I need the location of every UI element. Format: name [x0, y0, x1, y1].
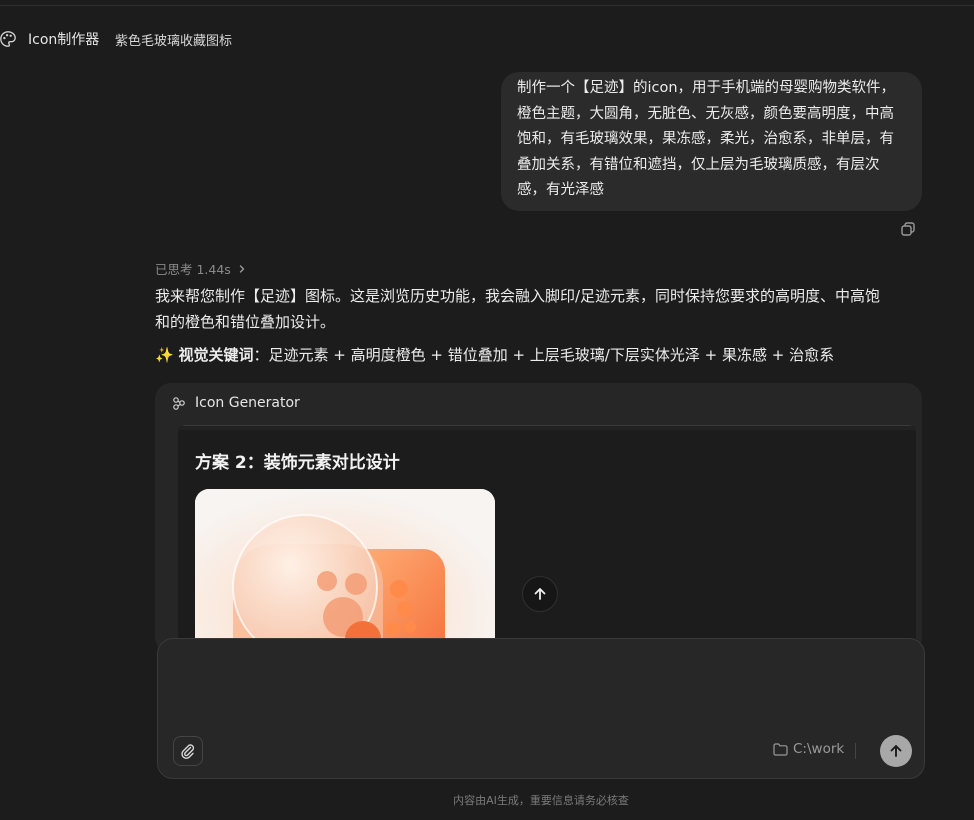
- paperclip-icon: [181, 744, 195, 759]
- copy-icon[interactable]: [899, 220, 917, 238]
- palette-icon: [0, 31, 16, 47]
- tool-card-header[interactable]: Icon Generator: [171, 395, 300, 411]
- assistant-reply: 我来帮您制作【足迹】图标。这是浏览历史功能，我会融入脚印/足迹元素，同时保持您要…: [155, 283, 920, 335]
- user-message-line: 制作一个【足迹】的icon，用于手机端的母婴购物类软件，: [517, 80, 896, 96]
- user-message-line: 橙色主题，大圆角，无脏色、无灰感，颜色要高明度，中高: [517, 105, 894, 122]
- tool-card-title: Icon Generator: [195, 395, 300, 411]
- icon-preview-image[interactable]: [195, 489, 495, 653]
- keywords-label: 视觉关键词: [178, 346, 254, 364]
- divider: [855, 743, 856, 759]
- sparkle-icon: ✨: [155, 346, 174, 364]
- arrow-up-icon: [890, 745, 902, 757]
- user-message-line: 感，有光泽感: [517, 182, 604, 198]
- folder-icon: [773, 742, 788, 756]
- icon-generator-card: Icon Generator 方案 2：装饰元素对比设计: [155, 383, 922, 653]
- window-top-edge: [0, 0, 974, 6]
- footprint-icon: [195, 489, 495, 653]
- thought-label: 已思考 1.44s: [155, 262, 231, 277]
- user-message-line: 饱和，有毛玻璃效果，果冻感，柔光，治愈系，非单层，有: [517, 131, 894, 147]
- folder-path: C:\work: [793, 741, 845, 757]
- plan-title: 方案 2：装饰元素对比设计: [195, 453, 400, 473]
- scroll-to-top-button[interactable]: [522, 576, 558, 612]
- arrow-up-icon: [534, 588, 546, 600]
- attach-button[interactable]: [173, 736, 203, 766]
- user-message-bubble: 制作一个【足迹】的icon，用于手机端的母婴购物类软件， 橙色主题，大圆角，无脏…: [501, 72, 922, 211]
- keywords-value: ：足迹元素 + 高明度橙色 + 错位叠加 + 上层毛玻璃/下层实体光泽 + 果冻…: [253, 346, 835, 364]
- working-folder[interactable]: C:\work: [773, 741, 844, 757]
- conversation-title[interactable]: 紫色毛玻璃收藏图标: [115, 30, 232, 49]
- ai-disclaimer: 内容由AI生成，重要信息请务必核查: [453, 794, 629, 807]
- message-composer[interactable]: C:\work: [157, 638, 925, 779]
- user-message-line: 叠加关系，有错位和遮挡，仅上层为毛玻璃质感，有层次: [517, 156, 880, 173]
- app-title: Icon制作器: [28, 32, 100, 48]
- chevron-right-icon: [239, 264, 245, 273]
- send-button[interactable]: [880, 735, 912, 767]
- generator-preview-frame: 方案 2：装饰元素对比设计: [178, 425, 916, 653]
- thought-toggle[interactable]: 已思考 1.44s: [155, 259, 247, 278]
- frame-edge: [178, 426, 916, 430]
- assistant-reply-line: 和的橙色和错位叠加设计。: [155, 313, 336, 331]
- visual-keywords: ✨ 视觉关键词：足迹元素 + 高明度橙色 + 错位叠加 + 上层毛玻璃/下层实体…: [155, 343, 920, 367]
- assistant-reply-line: 我来帮您制作【足迹】图标。这是浏览历史功能，我会融入脚印/足迹元素，同时保持您要…: [155, 287, 881, 305]
- tool-icon: [173, 397, 185, 410]
